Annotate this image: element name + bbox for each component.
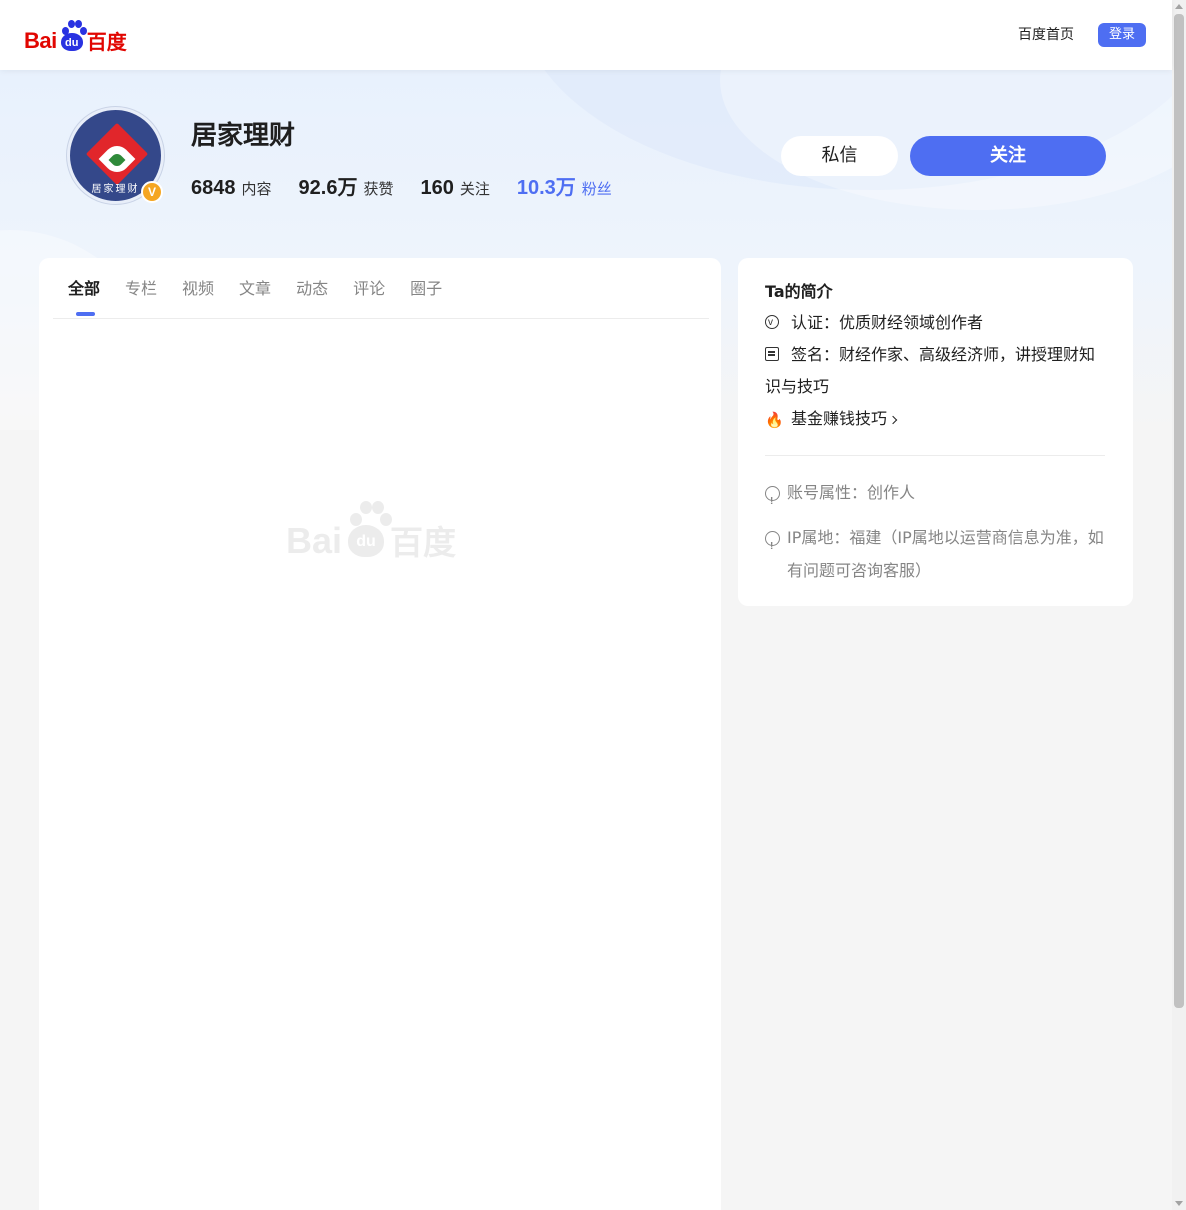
logo-cn-text: 百度 bbox=[86, 30, 127, 54]
follow-button[interactable]: 关注 bbox=[910, 136, 1106, 176]
certified-icon bbox=[765, 307, 779, 339]
tab-comment[interactable]: 评论 bbox=[353, 258, 385, 318]
top-navbar: Bai du 百度 百度首页 登录 bbox=[0, 0, 1172, 70]
placeholder-du-text: du bbox=[348, 525, 385, 557]
tab-circle[interactable]: 圈子 bbox=[410, 258, 442, 318]
topic-link-text[interactable]: 基金赚钱技巧 bbox=[791, 409, 887, 428]
account-type-row: 账号属性：创作人 bbox=[765, 476, 1110, 518]
profile-stats: 6848 内容 92.6万 获赞 160 关注 10.3万 粉丝 bbox=[191, 171, 612, 200]
logo-bai-text: Bai bbox=[24, 28, 57, 53]
signature-text: 签名：财经作家、高级经济师，讲授理财知识与技巧 bbox=[765, 345, 1096, 396]
stat-following-label: 关注 bbox=[459, 180, 490, 198]
scroll-up-arrow-icon[interactable] bbox=[1175, 4, 1183, 9]
stat-following[interactable]: 160 关注 bbox=[420, 177, 489, 200]
baidu-logo[interactable]: Bai du 百度 bbox=[24, 18, 127, 52]
stat-fans-label: 粉丝 bbox=[581, 180, 612, 198]
nav-actions: 百度首页 登录 bbox=[1018, 23, 1146, 47]
baidu-home-link[interactable]: 百度首页 bbox=[1018, 23, 1074, 47]
content-feed-card: 全部 专栏 视频 文章 动态 评论 圈子 Bai du 百度 bbox=[39, 258, 721, 1210]
certification-text: 认证：优质财经领域创作者 bbox=[791, 313, 984, 332]
scroll-down-arrow-icon[interactable] bbox=[1175, 1201, 1183, 1206]
tab-dynamic[interactable]: 动态 bbox=[296, 258, 328, 318]
ip-location-text: IP属地：福建（IP属地以运营商信息为准，如有问题可咨询客服） bbox=[787, 528, 1104, 580]
paw-icon: du bbox=[58, 20, 87, 52]
fire-icon: 🔥 bbox=[765, 411, 784, 429]
signature-icon bbox=[765, 347, 779, 361]
ip-location-row: IP属地：福建（IP属地以运营商信息为准，如有问题可咨询客服） bbox=[765, 521, 1110, 587]
stat-content-value: 6848 bbox=[191, 177, 236, 199]
placeholder-cn-text: 百度 bbox=[390, 523, 457, 562]
intro-title: Ta的简介 bbox=[765, 282, 833, 301]
content-tabs: 全部 专栏 视频 文章 动态 评论 圈子 bbox=[53, 258, 709, 319]
tab-column[interactable]: 专栏 bbox=[125, 258, 157, 318]
profile-name: 居家理财 bbox=[191, 121, 296, 151]
stat-fans[interactable]: 10.3万 粉丝 bbox=[517, 171, 612, 200]
stat-likes-value: 92.6万 bbox=[298, 177, 358, 199]
login-button[interactable]: 登录 bbox=[1098, 23, 1146, 47]
profile-intro-card: Ta的简介 认证：优质财经领域创作者 签名：财经作家、高级经济师，讲授理财知识与… bbox=[738, 258, 1133, 606]
page-scrollbar[interactable] bbox=[1172, 0, 1186, 1210]
placeholder-bai-text: Bai bbox=[286, 520, 343, 561]
tab-all[interactable]: 全部 bbox=[68, 258, 100, 318]
logo-du-text: du bbox=[60, 33, 83, 51]
intro-certification: 认证：优质财经领域创作者 bbox=[765, 307, 1110, 339]
stat-content[interactable]: 6848 内容 bbox=[191, 177, 272, 200]
stat-following-value: 160 bbox=[420, 177, 454, 199]
stat-fans-value: 10.3万 bbox=[516, 177, 576, 199]
intro-divider bbox=[765, 455, 1105, 456]
tab-video[interactable]: 视频 bbox=[182, 258, 214, 318]
intro-topic-link[interactable]: 🔥 基金赚钱技巧 bbox=[765, 403, 1110, 435]
info-icon bbox=[765, 530, 780, 563]
info-icon bbox=[765, 485, 780, 518]
scroll-thumb[interactable] bbox=[1174, 14, 1184, 1008]
account-type-text: 账号属性：创作人 bbox=[787, 483, 916, 502]
verified-v-icon: V bbox=[141, 181, 163, 203]
tab-article[interactable]: 文章 bbox=[239, 258, 271, 318]
stat-content-label: 内容 bbox=[241, 180, 272, 198]
private-message-button[interactable]: 私信 bbox=[781, 136, 898, 176]
intro-signature: 签名：财经作家、高级经济师，讲授理财知识与技巧 bbox=[765, 339, 1110, 403]
stat-likes: 92.6万 获赞 bbox=[299, 171, 394, 200]
placeholder-paw-icon: du bbox=[344, 501, 393, 559]
loading-placeholder-logo: Bai du 百度 bbox=[286, 501, 456, 559]
stat-likes-label: 获赞 bbox=[363, 180, 394, 198]
chevron-right-icon bbox=[888, 415, 898, 425]
